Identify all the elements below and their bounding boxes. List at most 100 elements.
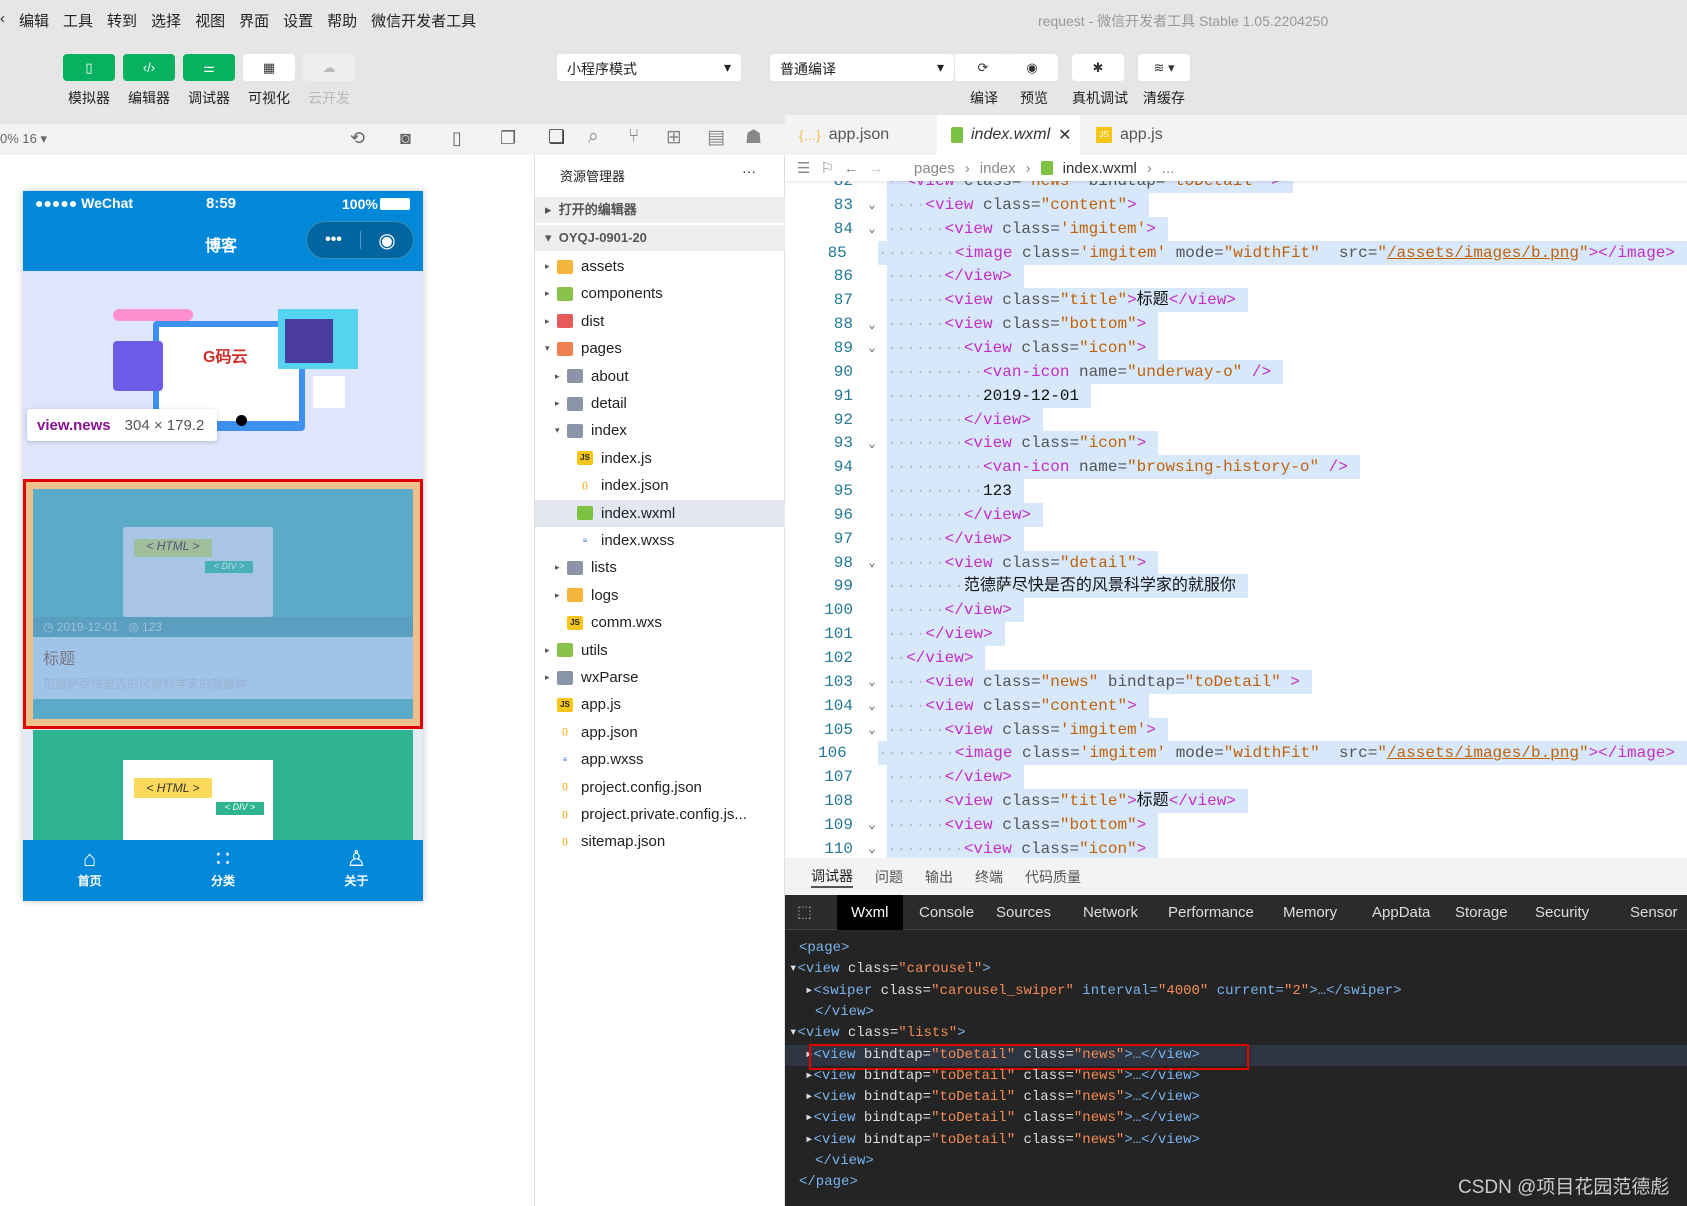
fold-chevron-icon[interactable]: ⌄ [857,555,887,570]
code-line[interactable]: 86 ······</view> [785,264,1687,289]
file-tree-item[interactable]: ▸ lists [535,554,785,581]
forward-icon[interactable]: → [869,160,884,177]
code-line[interactable]: 92 ········</view> [785,407,1687,432]
code-line[interactable]: 98 ⌄ ······<view class="detail"> [785,550,1687,575]
fold-chevron-icon[interactable]: ⌄ [857,221,887,236]
menu-wechat-devtools[interactable]: 微信开发者工具 [371,10,476,31]
file-tree-item[interactable]: {} sitemap.json [535,828,785,855]
code-line[interactable]: 105 ⌄ ······<view class='imgitem'> [785,717,1687,742]
code-line[interactable]: 87 ······<view class="title">标题</view> [785,288,1687,313]
devtools-tab-security[interactable]: Security [1535,895,1589,930]
fold-chevron-icon[interactable]: ⌄ [857,340,887,355]
code-line[interactable]: 96 ········</view> [785,502,1687,527]
carousel-banner[interactable]: G码云 [23,271,423,481]
fold-chevron-icon[interactable]: ⌄ [857,817,887,832]
code-editor[interactable]: 82 ··<view class="news" bindtap="toDetail… [785,181,1687,858]
zoom-select[interactable]: 0% 16 ▾ [0,131,47,147]
inspect-icon[interactable]: ⬚ [797,895,812,930]
code-line[interactable]: 101 ····</view> [785,622,1687,647]
tab-output[interactable]: 输出 [925,867,953,887]
devtools-tab-memory[interactable]: Memory [1283,895,1337,930]
code-line[interactable]: 110 ⌄ ········<view class="icon"> [785,836,1687,858]
tab-problems[interactable]: 问题 [875,867,903,887]
fold-chevron-icon[interactable]: ⌄ [857,436,887,451]
code-line[interactable]: 106 ········<image class='imgitem' mode="… [785,741,1687,766]
more-button[interactable]: ··· [742,163,756,179]
real-debug-button[interactable]: ✱ [1072,54,1124,81]
cloud-button[interactable]: ☁ [303,54,355,81]
wxml-tree[interactable]: <page> ▾<view class="carousel"> ▸<swiper c… [785,930,1687,1206]
code-line[interactable]: 88 ⌄ ······<view class="bottom"> [785,312,1687,337]
rotate-icon[interactable]: ⟲ [350,128,365,149]
breadcrumb-more[interactable]: ... [1162,160,1175,177]
tab-debugger[interactable]: 调试器 [811,866,853,888]
news-item[interactable]: < HTML > < DIV > [33,730,413,840]
wxml-node[interactable]: ▸<swiper class="carousel_swiper" interva… [785,981,1687,1002]
code-line[interactable]: 104 ⌄ ····<view class="content"> [785,693,1687,718]
file-tree-item[interactable]: ▸ utils [535,637,785,664]
wxml-node[interactable]: <page> [785,938,1687,959]
wxml-node[interactable]: ▾<view class="carousel"> [785,959,1687,980]
fold-chevron-icon[interactable]: ⌄ [857,722,887,737]
editor-button[interactable]: ‹/› [123,54,175,81]
code-line[interactable]: 109 ⌄ ······<view class="bottom"> [785,812,1687,837]
code-line[interactable]: 91 ··········2019-12-01 [785,383,1687,408]
extensions-icon[interactable]: ⊞ [666,126,682,149]
fold-chevron-icon[interactable]: ⌄ [857,841,887,856]
tab-about[interactable]: ♙ 关于 [290,840,423,901]
tab-index-wxml[interactable]: index.wxml ✕ [937,115,1080,155]
file-tree-item[interactable]: ≡ app.wxss [535,746,785,773]
code-line[interactable]: 90 ··········<van-icon name="underway-o" … [785,359,1687,384]
devtools-tab-appdata[interactable]: AppData [1372,895,1430,930]
file-tree-item[interactable]: ≡ index.wxss [535,527,785,554]
fold-chevron-icon[interactable]: ⌄ [857,698,887,713]
file-tree-item[interactable]: JS comm.wxs [535,609,785,636]
preview-button[interactable]: ◉ [1006,54,1058,81]
devtools-tab-storage[interactable]: Storage [1455,895,1508,930]
outline-icon[interactable]: ☰ [797,159,810,177]
file-tree-item[interactable]: ▸ dist [535,308,785,335]
code-line[interactable]: 107 ······</view> [785,765,1687,790]
fold-chevron-icon[interactable]: ⌄ [857,197,887,212]
menu-view[interactable]: 视图 [195,10,225,31]
file-tree-item[interactable]: JS index.js [535,445,785,472]
debugger-button[interactable]: ⚌ [183,54,235,81]
breadcrumb-file[interactable]: index.wxml [1063,160,1137,177]
file-tree-item[interactable]: ▸ wxParse [535,664,785,691]
menu-help[interactable]: 帮助 [327,10,357,31]
devtools-tab-network[interactable]: Network [1083,895,1138,930]
menu-tools[interactable]: 工具 [63,10,93,31]
project-section[interactable]: ▾ OYQJ-0901-20 [535,225,785,251]
code-line[interactable]: 100 ······</view> [785,598,1687,623]
code-line[interactable]: 84 ⌄ ······<view class='imgitem'> [785,216,1687,241]
device-icon[interactable]: ▯ [452,128,462,149]
code-line[interactable]: 82 ··<view class="news" bindtap="toDetail… [785,181,1687,193]
search-icon[interactable]: ⌕ [588,126,599,148]
devtools-tab-sources[interactable]: Sources [996,895,1051,930]
code-line[interactable]: 83 ⌄ ····<view class="content"> [785,192,1687,217]
bookmark-icon[interactable]: ⚐ [820,159,833,177]
tab-category[interactable]: ∷ 分类 [156,840,289,901]
back-icon[interactable]: ← [844,160,859,177]
menu-goto[interactable]: 转到 [107,10,137,31]
menu-select[interactable]: 选择 [151,10,181,31]
menu-interface[interactable]: 界面 [239,10,269,31]
breadcrumb-pages[interactable]: pages [914,160,955,177]
compile-mode-select[interactable]: 普通编译 ▾ [770,54,954,81]
docker-icon[interactable]: ☗ [745,126,762,149]
devtools-tab-sensor[interactable]: Sensor [1630,895,1678,930]
tab-terminal[interactable]: 终端 [975,867,1003,887]
code-line[interactable]: 93 ⌄ ········<view class="icon"> [785,431,1687,456]
capsule-menu[interactable]: ••• ◉ [306,221,414,259]
file-tree-item[interactable]: ▸ components [535,280,785,307]
fold-chevron-icon[interactable]: ⌄ [857,674,887,689]
file-tree-item[interactable]: {} project.config.json [535,774,785,801]
breadcrumb-index[interactable]: index [980,160,1016,177]
menu-settings[interactable]: 设置 [283,10,313,31]
git-branch-icon[interactable]: ⑂ [628,126,639,148]
tab-app-json[interactable]: {…} app.json [785,115,935,155]
file-tree-item[interactable]: ▾ pages [535,335,785,362]
clear-cache-button[interactable]: ≋ ▾ [1138,54,1190,81]
simulator-button[interactable]: ▯ [63,54,115,81]
code-line[interactable]: 95 ··········123 [785,479,1687,504]
